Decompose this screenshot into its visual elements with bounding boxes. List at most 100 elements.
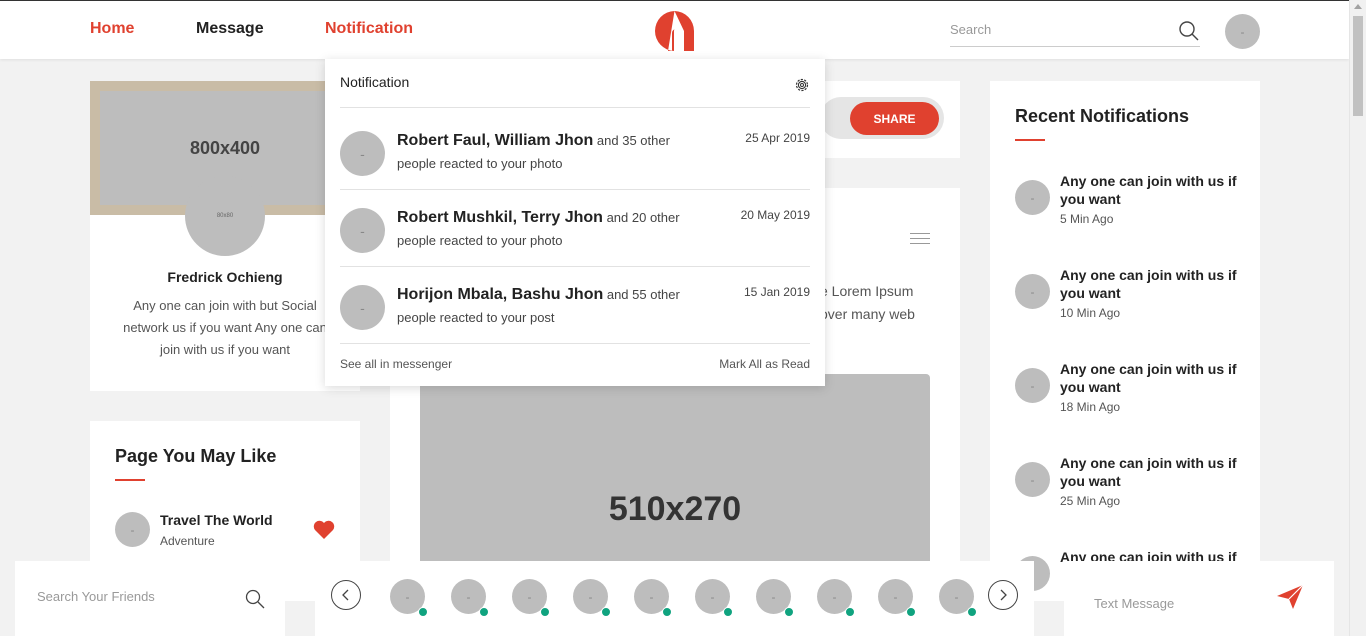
notification-item[interactable]: - Horijon Mbala, Bashu Jhon and 55 other…	[340, 265, 810, 342]
section-title: Page You May Like	[115, 446, 277, 466]
notification-item[interactable]: - Robert Mushkil, Terry Jhon and 20 othe…	[340, 188, 810, 265]
notification-avatar: -	[1015, 180, 1050, 215]
friend-avatar[interactable]: -	[756, 579, 794, 617]
online-status-dot	[967, 607, 977, 617]
notification-avatar: -	[1015, 368, 1050, 403]
friend-avatar[interactable]: -	[878, 579, 916, 617]
nav-message-link[interactable]: Message	[196, 20, 264, 38]
search-icon[interactable]	[245, 589, 265, 609]
online-status-dot	[723, 607, 733, 617]
menu-icon[interactable]	[910, 233, 930, 248]
notification-text: Robert Faul, William Jhon and 35 other p…	[397, 132, 670, 171]
see-all-link[interactable]: See all in messenger	[340, 357, 452, 371]
scrollbar-thumb[interactable]	[1353, 16, 1363, 116]
notification-text: Any one can join with us if you want	[1060, 173, 1237, 207]
notification-date: 20 May 2019	[740, 208, 810, 222]
title-underline	[1015, 139, 1045, 141]
online-status-dot	[479, 607, 489, 617]
profile-bio: Any one can join with but Social network…	[123, 298, 327, 357]
notification-name[interactable]: Robert Mushkil	[397, 209, 513, 226]
notification-time: 25 Min Ago	[1060, 494, 1121, 508]
notification-text: Any one can join with us if you want	[1060, 455, 1237, 489]
user-avatar[interactable]: -	[1225, 14, 1260, 49]
header-search-input[interactable]	[950, 17, 1170, 41]
friend-avatar[interactable]: -	[634, 579, 672, 617]
notification-date: 25 Apr 2019	[745, 131, 810, 145]
divider	[340, 107, 810, 108]
friends-carousel: - - - - - - - - - -	[315, 561, 1034, 636]
notification-name[interactable]: William Jhon	[495, 132, 594, 149]
header-search	[950, 17, 1200, 47]
online-status-dot	[540, 607, 550, 617]
top-navbar: Home Message Notification -	[0, 0, 1349, 59]
message-input[interactable]	[1094, 596, 1274, 611]
recent-notifications-card: Recent Notifications - Any one can join …	[990, 81, 1260, 601]
title-underline	[115, 479, 145, 481]
online-status-dot	[845, 607, 855, 617]
friend-avatar[interactable]: -	[573, 579, 611, 617]
notification-time: 18 Min Ago	[1060, 400, 1121, 414]
profile-avatar[interactable]: 80x80	[185, 176, 265, 256]
nav-notification-link[interactable]: Notification	[325, 20, 413, 38]
section-title: Recent Notifications	[1015, 106, 1190, 126]
page-avatar[interactable]: -	[115, 512, 150, 547]
notification-text: Any one can join with us if you want	[1060, 361, 1237, 395]
profile-name[interactable]: Fredrick Ochieng	[90, 269, 360, 285]
notification-text: Horijon Mbala, Bashu Jhon and 55 other p…	[397, 286, 680, 325]
page-name[interactable]: Travel The World	[160, 512, 273, 528]
friend-avatar[interactable]: -	[939, 579, 977, 617]
friend-avatar-glyph: -	[893, 589, 898, 604]
online-status-dot	[418, 607, 428, 617]
dropdown-title: Notification	[340, 74, 410, 90]
notification-time: 5 Min Ago	[1060, 212, 1114, 226]
notification-date: 15 Jan 2019	[743, 285, 810, 299]
search-icon[interactable]	[1178, 20, 1200, 42]
heart-icon[interactable]	[313, 520, 335, 540]
friend-avatar-glyph: -	[527, 589, 532, 604]
page-category: Adventure	[160, 534, 215, 548]
notification-item[interactable]: - Robert Faul, William Jhon and 35 other…	[340, 111, 810, 188]
notification-name[interactable]: Robert Faul	[397, 132, 486, 149]
send-icon[interactable]	[1276, 584, 1304, 610]
nav-home-link[interactable]: Home	[90, 20, 134, 38]
friend-search-input[interactable]	[37, 589, 237, 604]
carousel-next-button[interactable]	[988, 580, 1018, 610]
notification-name[interactable]: Terry Jhon	[521, 209, 603, 226]
notification-avatar: -	[1015, 462, 1050, 497]
friend-avatar[interactable]: -	[695, 579, 733, 617]
online-status-dot	[662, 607, 672, 617]
notification-dropdown: Notification - Robert Faul, William Jhon…	[325, 59, 825, 386]
post-text: e Lorem Ipsum over many web	[820, 280, 950, 326]
carousel-prev-button[interactable]	[331, 580, 361, 610]
friend-avatar-glyph: -	[832, 589, 837, 604]
scroll-up-icon[interactable]	[1354, 4, 1362, 9]
notification-time: 10 Min Ago	[1060, 306, 1121, 320]
notification-name[interactable]: Bashu Jhon	[512, 286, 604, 303]
profile-card: 800x400 80x80 Fredrick Ochieng Any one c…	[90, 81, 360, 391]
logo-icon[interactable]	[654, 11, 695, 51]
friend-search-panel	[15, 561, 285, 636]
notification-text: Any one can join with us if you want	[1060, 267, 1237, 301]
divider	[340, 343, 810, 344]
page-scrollbar[interactable]	[1349, 0, 1366, 636]
notification-avatar: -	[1015, 274, 1050, 309]
friend-avatar-glyph: -	[588, 589, 593, 604]
mark-all-read-link[interactable]: Mark All as Read	[719, 357, 810, 371]
notification-avatar: -	[340, 208, 385, 253]
post-text-line: e Lorem Ipsum	[820, 283, 914, 299]
gear-icon[interactable]	[794, 77, 810, 93]
notification-avatar: -	[340, 285, 385, 330]
friend-avatar[interactable]: -	[390, 579, 428, 617]
friend-avatar[interactable]: -	[451, 579, 489, 617]
share-button[interactable]: SHARE	[850, 102, 939, 135]
friend-avatar[interactable]: -	[512, 579, 550, 617]
friend-avatar-glyph: -	[954, 589, 959, 604]
message-panel	[1064, 561, 1334, 636]
notification-text: Robert Mushkil, Terry Jhon and 20 other …	[397, 209, 680, 248]
notification-name[interactable]: Horijon Mbala	[397, 286, 503, 303]
chevron-left-icon	[342, 589, 349, 601]
friend-avatar[interactable]: -	[817, 579, 855, 617]
friend-avatar-glyph: -	[771, 589, 776, 604]
friend-avatar-glyph: -	[405, 589, 410, 604]
online-status-dot	[784, 607, 794, 617]
